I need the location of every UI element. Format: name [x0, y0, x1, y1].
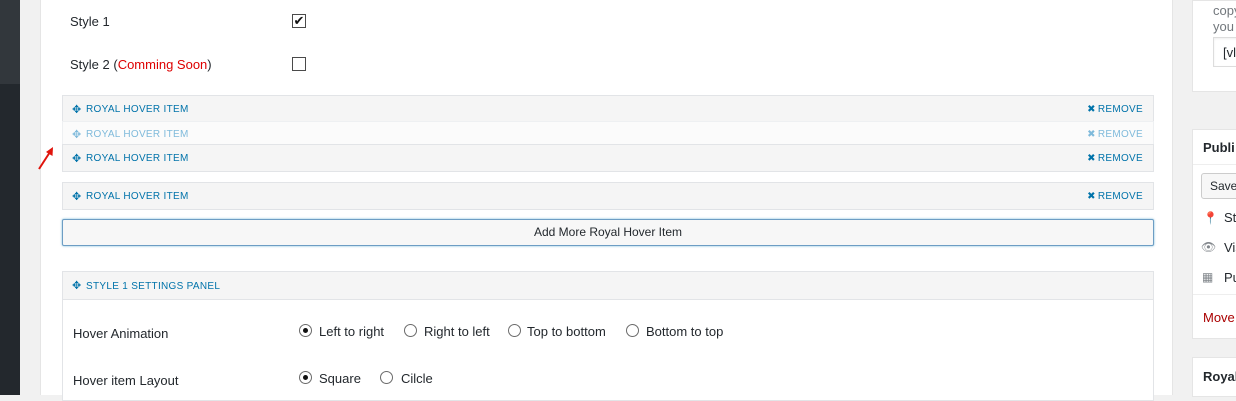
publish-divider	[1193, 164, 1236, 165]
publish-box: Publi Save 📍 St 👁 Vis ▦ Pu Move	[1192, 129, 1236, 339]
settings-panel-header[interactable]: ✥ STYLE 1 SETTINGS PANEL	[63, 272, 1153, 300]
radio-right-to-left[interactable]	[404, 324, 417, 337]
eye-icon: 👁	[1201, 240, 1217, 254]
remove-label: REMOVE	[1097, 129, 1143, 140]
radio-circle[interactable]	[380, 371, 393, 384]
drag-arrow-icon	[38, 147, 53, 170]
move-icon[interactable]: ✥	[72, 103, 82, 116]
remove-icon: ✖	[1087, 191, 1096, 202]
radio-square[interactable]	[299, 371, 312, 384]
remove-icon: ✖	[1087, 153, 1096, 164]
radio-label-left-to-right: Left to right	[319, 324, 385, 339]
style-1-checkbox[interactable]: ✔	[292, 14, 306, 28]
radio-label-square: Square	[319, 371, 361, 386]
publish-date-label: Pu	[1224, 270, 1236, 285]
radio-label-bottom-to-top: Bottom to top	[646, 324, 724, 339]
settings-panel-title: STYLE 1 SETTINGS PANEL	[86, 281, 221, 292]
calendar-icon: ▦	[1202, 270, 1214, 284]
move-icon[interactable]: ✥	[72, 152, 82, 165]
style-1-settings-panel: ✥ STYLE 1 SETTINGS PANEL Hover Animation…	[62, 271, 1154, 401]
item-title: ROYAL HOVER ITEM	[86, 191, 189, 202]
move-icon[interactable]: ✥	[72, 128, 82, 141]
move-icon[interactable]: ✥	[72, 190, 82, 203]
admin-menu-edge	[0, 0, 20, 395]
remove-button[interactable]: ✖ REMOVE	[1087, 104, 1143, 115]
royal-box: Royal	[1192, 357, 1236, 397]
coming-soon-text: Comming Soon	[117, 57, 208, 72]
style-2-checkbox[interactable]	[292, 57, 306, 71]
royal-hover-item[interactable]: ✥ ROYAL HOVER ITEM ✖ REMOVE	[62, 182, 1154, 210]
remove-label: REMOVE	[1097, 191, 1143, 202]
item-title: ROYAL HOVER ITEM	[86, 153, 189, 164]
item-title: ROYAL HOVER ITEM	[86, 129, 189, 140]
pin-icon: 📍	[1203, 211, 1218, 225]
shortcode-help-line2: you	[1213, 19, 1234, 34]
remove-button[interactable]: ✖ REMOVE	[1087, 191, 1143, 202]
remove-button[interactable]: ✖ REMOVE	[1087, 129, 1143, 140]
style-1-label: Style 1	[70, 14, 110, 29]
radio-bottom-to-top[interactable]	[626, 324, 639, 337]
style-2-label-text: Style 2 (	[70, 57, 118, 72]
style-2-label: Style 2 (Comming Soon)	[70, 57, 212, 72]
publish-heading: Publi	[1203, 140, 1235, 155]
remove-label: REMOVE	[1097, 104, 1143, 115]
royal-hover-item-dragging[interactable]: ✥ ROYAL HOVER ITEM ✖ REMOVE	[62, 121, 1154, 146]
move-to-trash-link[interactable]: Move	[1203, 310, 1235, 325]
shortcode-help-line1: copy	[1213, 3, 1236, 18]
radio-label-top-to-bottom: Top to bottom	[527, 324, 606, 339]
royal-hover-item[interactable]: ✥ ROYAL HOVER ITEM ✖ REMOVE	[62, 95, 1154, 123]
hover-animation-label: Hover Animation	[73, 326, 169, 341]
publish-actions-divider	[1193, 294, 1236, 295]
item-title: ROYAL HOVER ITEM	[86, 104, 189, 115]
move-icon[interactable]: ✥	[72, 279, 82, 292]
style-2-label-suffix: )	[207, 57, 212, 72]
remove-button[interactable]: ✖ REMOVE	[1087, 153, 1143, 164]
remove-icon: ✖	[1087, 104, 1096, 115]
royal-box-heading: Royal	[1203, 369, 1236, 384]
shortcode-box: copy you [vl	[1192, 0, 1236, 92]
shortcode-input[interactable]: [vl	[1213, 37, 1236, 67]
radio-top-to-bottom[interactable]	[508, 324, 521, 337]
admin-menu-upper	[0, 0, 20, 84]
radio-label-circle: Cilcle	[401, 371, 433, 386]
radio-label-right-to-left: Right to left	[424, 324, 490, 339]
add-more-item-button[interactable]: Add More Royal Hover Item	[62, 219, 1154, 246]
remove-icon: ✖	[1087, 129, 1096, 140]
remove-label: REMOVE	[1097, 153, 1143, 164]
status-label: St	[1224, 210, 1236, 225]
royal-hover-item[interactable]: ✥ ROYAL HOVER ITEM ✖ REMOVE	[62, 144, 1154, 172]
main-editor-panel: Style 1 ✔ Style 2 (Comming Soon) ✥ ROYAL…	[40, 0, 1173, 401]
save-draft-button[interactable]: Save	[1201, 173, 1236, 199]
radio-left-to-right[interactable]	[299, 324, 312, 337]
hover-layout-label: Hover item Layout	[73, 373, 179, 388]
visibility-label: Vis	[1224, 240, 1236, 255]
